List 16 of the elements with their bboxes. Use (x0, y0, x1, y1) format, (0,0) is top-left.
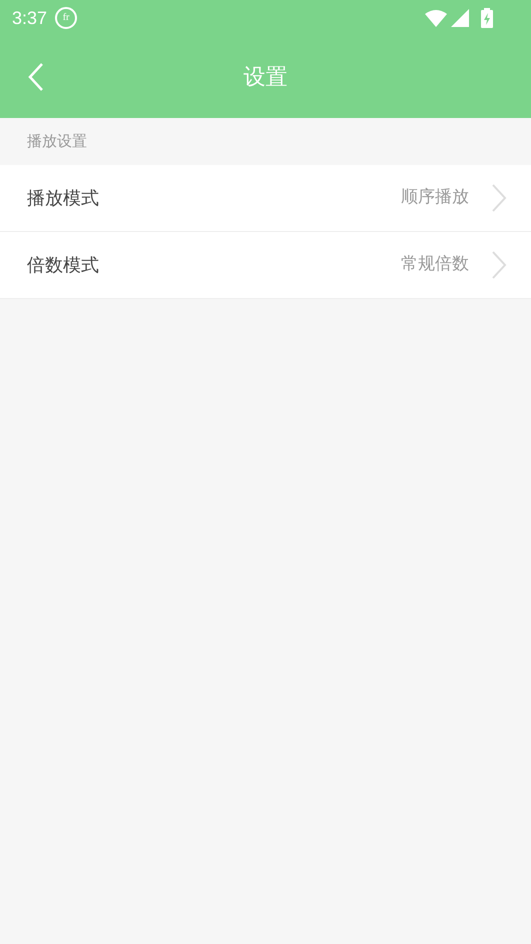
settings-row[interactable]: 播放模式 顺序播放 (0, 165, 531, 232)
chevron-icon (491, 184, 507, 212)
battery-icon (481, 8, 493, 28)
status-time: 3:37 (12, 6, 48, 30)
notification-icon: fr (55, 7, 78, 29)
row-value: 常规倍数 (401, 253, 469, 276)
row-value: 顺序播放 (401, 186, 469, 210)
toolbar-title: 设置 (244, 64, 288, 92)
wifi-icon (425, 9, 447, 27)
row-label: 倍数模式 (27, 254, 99, 278)
signal-icon (451, 9, 469, 27)
section-header: 播放设置 (27, 131, 87, 152)
chevron-icon (491, 251, 507, 279)
row-label: 播放模式 (27, 186, 99, 210)
settings-row[interactable]: 倍数模式 常规倍数 (0, 232, 531, 299)
back-icon (28, 63, 44, 91)
